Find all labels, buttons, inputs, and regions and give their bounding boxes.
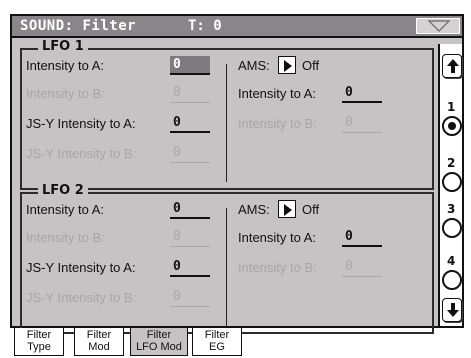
- lfo2-r-intensity-b-label: Intensity to B:: [238, 260, 317, 275]
- tab-label-line2: Mod: [88, 341, 110, 353]
- lfo2-r-intensity-a-label: Intensity to A:: [238, 230, 317, 245]
- tab-filter-lfo-mod[interactable]: Filter LFO Mod: [130, 328, 188, 356]
- lfo2-jsy-a-label: JS-Y Intensity to A:: [26, 260, 136, 275]
- page-number-1: 1: [447, 100, 456, 114]
- lfo1-ams-label: AMS:: [238, 58, 270, 73]
- tab-filter-type[interactable]: Filter Type: [14, 328, 64, 356]
- page-title: SOUND: Filter: [20, 18, 137, 34]
- lfo1-intensity-b-field[interactable]: 0: [170, 84, 210, 103]
- page-radio-1[interactable]: [442, 116, 462, 136]
- lfo1-jsy-a-label: JS-Y Intensity to A:: [26, 116, 136, 131]
- page-radio-3[interactable]: [442, 218, 462, 238]
- lfo1-ams-value: Off: [302, 58, 320, 73]
- lfo2-ams-label: AMS:: [238, 202, 270, 217]
- lfo2-intensity-a-field[interactable]: 0: [170, 200, 210, 219]
- lfo2-jsy-a-field[interactable]: 0: [170, 258, 210, 277]
- tab-filter-mod[interactable]: Filter Mod: [74, 328, 124, 356]
- tab-label-line2: Type: [27, 341, 51, 353]
- lfo1-intensity-a-field[interactable]: 0: [170, 56, 210, 75]
- page-menu-button[interactable]: [416, 18, 460, 34]
- play-triangle-icon: [284, 60, 292, 72]
- lfo1-r-intensity-b-label: Intensity to B:: [238, 116, 317, 131]
- play-triangle-icon: [284, 204, 292, 216]
- screen: SOUND: Filter T: 0 LFO 1 Intensity to A:…: [0, 0, 471, 358]
- arrow-down-icon: [447, 303, 459, 317]
- lfo1-jsy-b-field[interactable]: 0: [170, 144, 210, 163]
- lfo1-r-intensity-a-label: Intensity to A:: [238, 86, 317, 101]
- lfo2-intensity-b-field[interactable]: 0: [170, 228, 210, 247]
- lfo2-title: LFO 2: [38, 183, 88, 198]
- tab-filter-eg[interactable]: Filter EG: [192, 328, 242, 356]
- page-radio-2[interactable]: [442, 172, 462, 192]
- column-divider: [226, 64, 227, 182]
- lfo2-r-intensity-b-field[interactable]: 0: [342, 258, 382, 277]
- page-number-3: 3: [447, 202, 456, 216]
- tab-label-line1: Filter: [26, 329, 52, 341]
- lfo2-intensity-b-label: Intensity to B:: [26, 230, 105, 245]
- lfo1-jsy-b-label: JS-Y Intensity to B:: [26, 146, 137, 161]
- lfo1-intensity-b-label: Intensity to B:: [26, 86, 105, 101]
- arrow-up-icon: [447, 59, 459, 73]
- lfo1-group: LFO 1 Intensity to A: 0 Intensity to B: …: [20, 39, 434, 190]
- sound-filter-window: SOUND: Filter T: 0 LFO 1 Intensity to A:…: [10, 14, 464, 334]
- scroll-down-button[interactable]: [442, 298, 462, 322]
- tab-label-line2: LFO Mod: [136, 341, 182, 353]
- tab-label-line1: Filter: [204, 329, 230, 341]
- scroll-up-button[interactable]: [442, 54, 462, 78]
- page-scrollbar: 1 2 3 4: [438, 44, 462, 326]
- lfo1-ams-button[interactable]: [278, 56, 296, 74]
- tempo-display: T: 0: [188, 18, 222, 34]
- lfo2-group: LFO 2 Intensity to A: 0 Intensity to B: …: [20, 183, 434, 334]
- lfo2-r-intensity-a-field[interactable]: 0: [342, 228, 382, 247]
- lfo2-ams-value: Off: [302, 202, 320, 217]
- title-bar: SOUND: Filter T: 0: [12, 16, 462, 38]
- lfo2-intensity-a-label: Intensity to A:: [26, 202, 105, 217]
- page-radio-4[interactable]: [442, 270, 462, 290]
- lfo1-intensity-a-label: Intensity to A:: [26, 58, 105, 73]
- lfo2-jsy-b-label: JS-Y Intensity to B:: [26, 290, 137, 305]
- lfo1-r-intensity-b-field[interactable]: 0: [342, 114, 382, 133]
- lfo1-title: LFO 1: [38, 39, 88, 54]
- lfo1-jsy-a-field[interactable]: 0: [170, 114, 210, 133]
- page-number-2: 2: [447, 156, 456, 170]
- lfo1-r-intensity-a-field[interactable]: 0: [342, 84, 382, 103]
- lfo2-ams-button[interactable]: [278, 200, 296, 218]
- tab-label-line1: Filter: [86, 329, 112, 341]
- tab-label-line1: Filter: [146, 329, 172, 341]
- triangle-down-icon: [427, 20, 451, 32]
- column-divider: [226, 208, 227, 326]
- page-number-4: 4: [447, 254, 456, 268]
- lfo2-jsy-b-field[interactable]: 0: [170, 288, 210, 307]
- tab-label-line2: EG: [209, 341, 225, 353]
